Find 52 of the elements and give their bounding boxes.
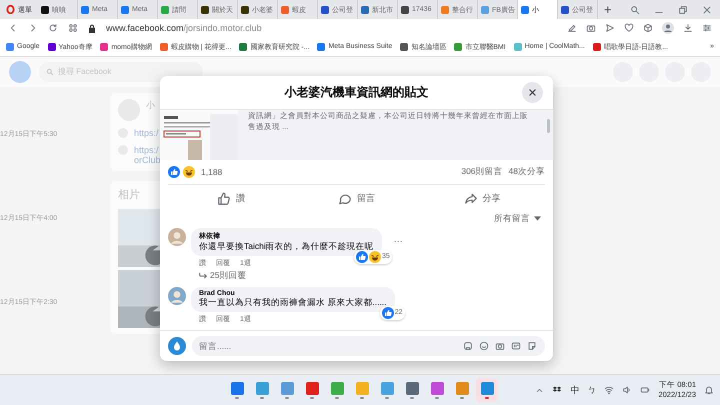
dialog-title: 小老婆汽機車資訊網的貼文 — [284, 84, 428, 101]
reaction-count[interactable]: 1,188 — [201, 166, 222, 177]
thumbs-up-icon — [216, 192, 231, 206]
heart-icon[interactable] — [624, 23, 634, 34]
comment-button[interactable]: 留言 — [294, 188, 420, 209]
input-mode-indicator[interactable]: ㄅ — [587, 384, 596, 397]
comment-count[interactable]: 306則留言 — [461, 166, 503, 178]
ring-logo-icon — [6, 5, 15, 14]
download-icon[interactable] — [683, 23, 693, 34]
like-button[interactable]: 讚 — [168, 188, 294, 209]
close-icon[interactable] — [702, 4, 712, 14]
user-avatar[interactable] — [168, 336, 186, 355]
reply-arrow-icon — [199, 272, 207, 280]
avatar-sticker-icon[interactable] — [463, 340, 473, 351]
camera-icon[interactable] — [495, 340, 505, 351]
wifi-icon[interactable] — [604, 385, 614, 396]
share-button[interactable]: 分享 — [419, 188, 546, 209]
sticker-icon[interactable] — [527, 340, 537, 351]
taskbar-app-button[interactable] — [476, 378, 498, 402]
camera-icon[interactable] — [586, 23, 596, 34]
new-tab-button[interactable]: + — [598, 2, 618, 17]
section-heading: 相片 — [118, 188, 140, 202]
speaker-icon[interactable] — [622, 385, 632, 396]
address-field[interactable]: www.facebook.com/jorsindo.motor.club — [106, 23, 262, 34]
send-icon[interactable] — [605, 23, 615, 34]
emoji-icon[interactable] — [479, 340, 489, 351]
notification-bell-icon[interactable] — [704, 385, 714, 396]
share-count[interactable]: 48次分享 — [508, 166, 545, 178]
share-arrow-icon — [464, 192, 478, 206]
gif-icon[interactable] — [511, 340, 521, 351]
grid-icon[interactable] — [68, 23, 78, 34]
caret-icon — [534, 216, 541, 222]
comment-field[interactable]: 留言...... — [192, 336, 545, 356]
input-method-indicator[interactable]: 中 — [570, 384, 580, 397]
search-icon[interactable] — [630, 4, 640, 14]
user-avatar[interactable] — [168, 286, 186, 305]
search-icon — [46, 68, 54, 76]
close-icon — [528, 88, 537, 97]
lock-icon — [88, 24, 96, 33]
restore-icon[interactable] — [678, 4, 688, 14]
close-button[interactable] — [522, 82, 543, 103]
comment-sort-dropdown[interactable]: 所有留言 — [494, 212, 541, 225]
cube-icon[interactable] — [643, 23, 653, 34]
battery-icon[interactable] — [640, 385, 650, 396]
reload-icon[interactable] — [48, 23, 58, 34]
speech-bubble-icon — [338, 192, 352, 206]
edit-icon[interactable] — [567, 23, 577, 34]
view-replies-link[interactable]: 25則回覆 — [191, 270, 246, 282]
more-options-button[interactable]: ··· — [390, 236, 407, 246]
profile-icon[interactable] — [662, 22, 674, 34]
scrollbar[interactable] — [547, 118, 550, 133]
settings-icon[interactable] — [702, 23, 712, 34]
